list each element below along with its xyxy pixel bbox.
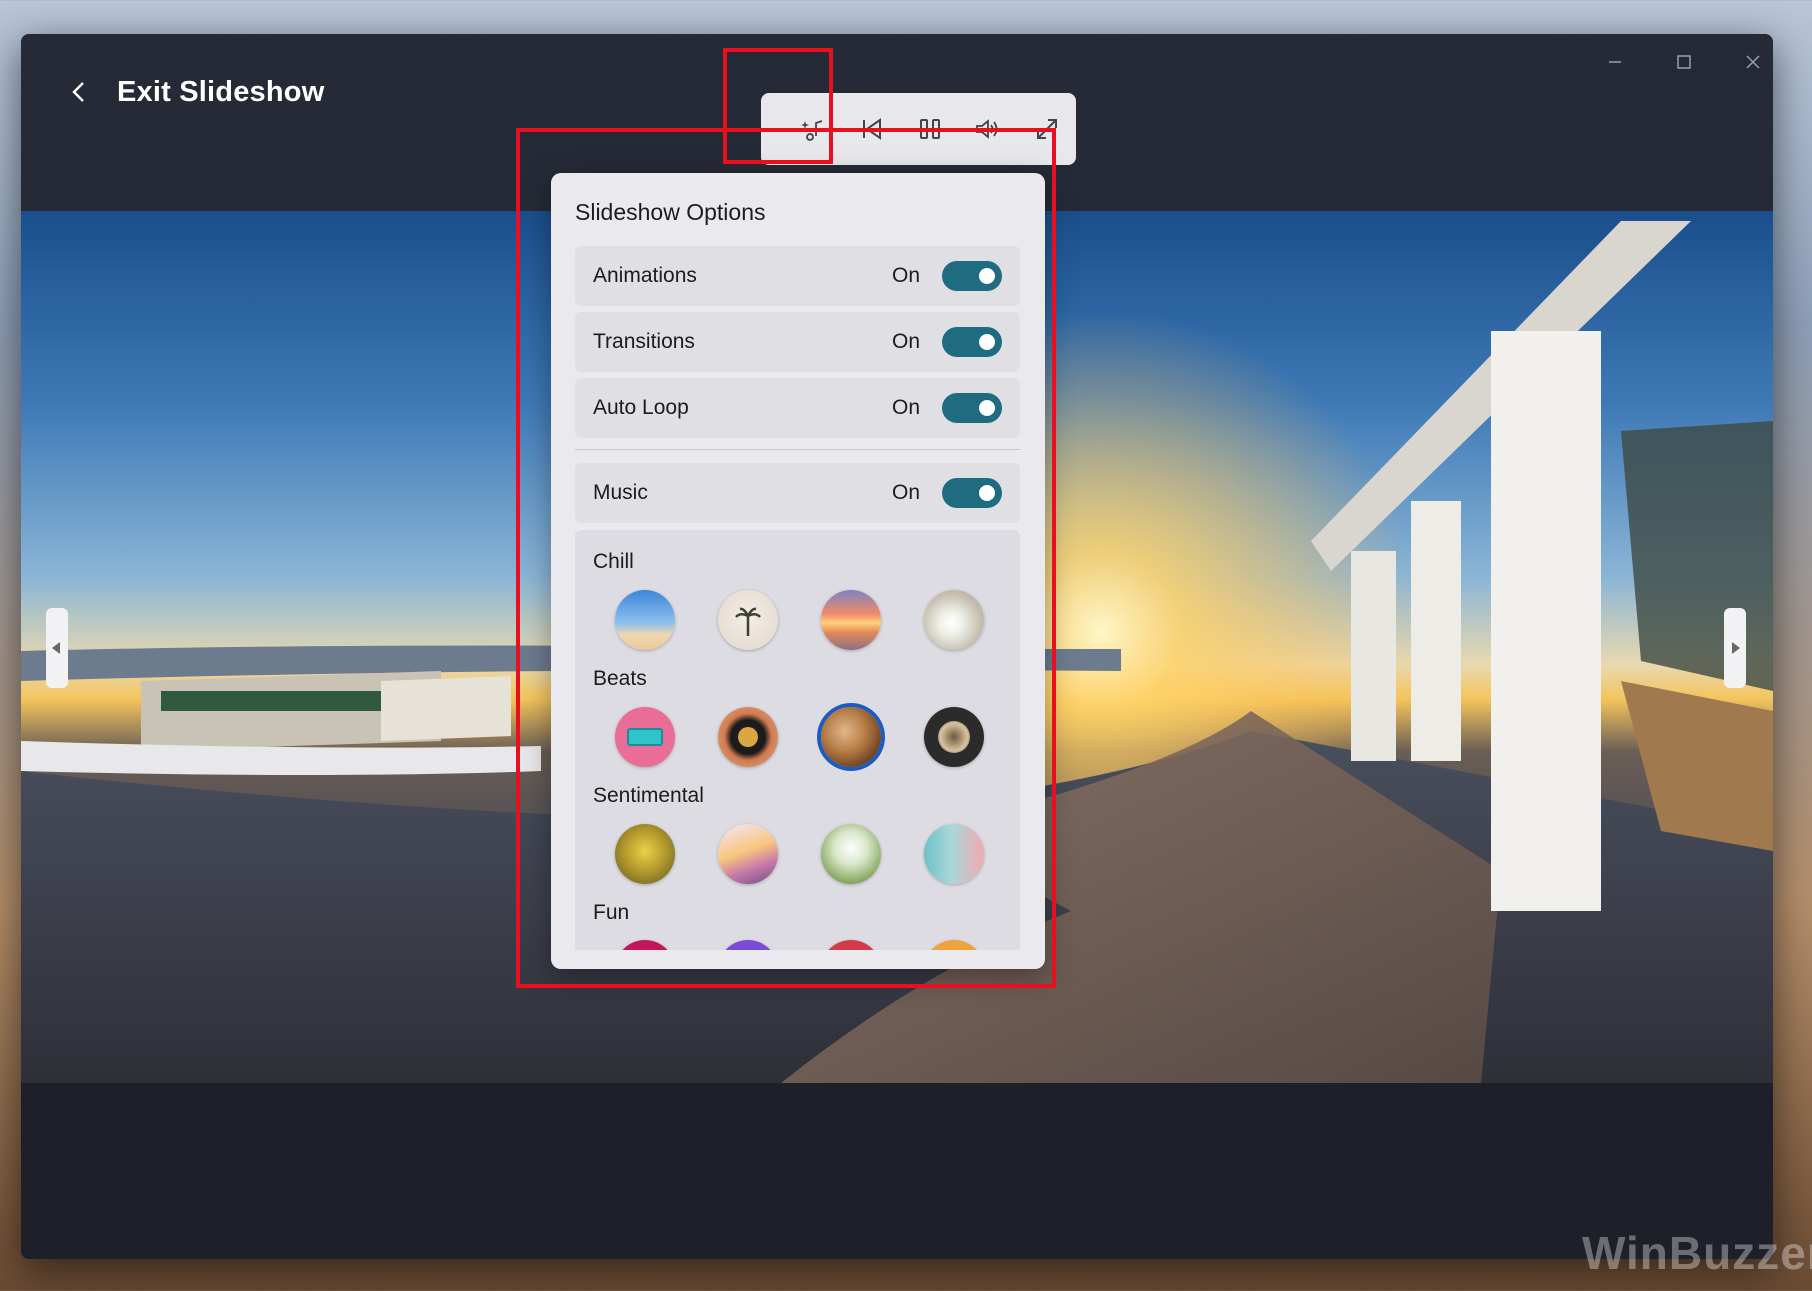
- option-animations: Animations On: [575, 246, 1020, 306]
- chevron-left-icon: [72, 82, 84, 102]
- transitions-toggle[interactable]: [942, 327, 1002, 357]
- option-auto-loop: Auto Loop On: [575, 378, 1020, 438]
- music-toggle[interactable]: [942, 478, 1002, 508]
- music-track-list: Chill Beats Sentimental Fun: [575, 530, 1020, 950]
- divider: [575, 449, 1020, 450]
- music-thumb-sentimental-1[interactable]: [615, 824, 675, 884]
- music-note-sparkle-icon: [801, 120, 823, 141]
- filmstrip-area: [21, 1083, 1773, 1259]
- slideshow-options-button[interactable]: [784, 103, 842, 155]
- toggle-knob: [979, 485, 995, 501]
- slideshow-toolbar: [761, 93, 1076, 165]
- music-thumb-fun-3[interactable]: [821, 940, 881, 950]
- category-sentimental-label: Sentimental: [593, 784, 704, 807]
- next-photo-button[interactable]: [1724, 608, 1746, 688]
- volume-icon: [976, 119, 998, 139]
- option-label: Transitions: [593, 330, 695, 353]
- caret-left-icon: [52, 642, 60, 654]
- option-state: On: [891, 396, 920, 419]
- category-fun-label: Fun: [593, 901, 630, 924]
- slideshow-options-panel: Slideshow Options Animations On Transiti…: [551, 173, 1045, 969]
- music-thumb-fun-1[interactable]: [615, 940, 675, 950]
- toggle-knob: [979, 334, 995, 350]
- previous-button[interactable]: [842, 103, 900, 155]
- vinyl-icon: [738, 727, 758, 747]
- watermark: WinBuzzer: [1582, 1227, 1812, 1279]
- volume-button[interactable]: [959, 103, 1017, 155]
- category-beats-label: Beats: [593, 667, 647, 690]
- music-thumb-beats-3-selected[interactable]: [821, 707, 881, 767]
- option-label: Animations: [593, 264, 697, 287]
- caret-right-icon: [1732, 642, 1740, 654]
- music-thumb-beats-2[interactable]: [718, 707, 778, 767]
- music-thumb-beats-4[interactable]: [924, 707, 984, 767]
- minimize-button[interactable]: [1595, 48, 1635, 76]
- fullscreen-icon: [1036, 119, 1057, 139]
- music-thumb-sentimental-2[interactable]: [718, 824, 778, 884]
- panel-title: Slideshow Options: [575, 199, 766, 225]
- music-thumb-chill-3[interactable]: [821, 590, 881, 650]
- music-thumb-sentimental-3[interactable]: [821, 824, 881, 884]
- option-transitions: Transitions On: [575, 312, 1020, 372]
- maximize-button[interactable]: [1664, 48, 1704, 76]
- option-label: Auto Loop: [593, 396, 689, 419]
- option-label: Music: [593, 481, 648, 504]
- previous-photo-button[interactable]: [46, 608, 68, 688]
- close-button[interactable]: [1733, 48, 1773, 76]
- exit-slideshow-button[interactable]: Exit Slideshow: [69, 64, 324, 120]
- music-thumb-fun-4[interactable]: [924, 940, 984, 950]
- previous-icon: [862, 118, 881, 140]
- music-thumb-beats-1[interactable]: [615, 707, 675, 767]
- option-state: On: [891, 264, 920, 287]
- exit-slideshow-label: Exit Slideshow: [117, 75, 325, 108]
- close-icon: [1746, 55, 1760, 69]
- music-thumb-chill-1[interactable]: [615, 590, 675, 650]
- maximize-icon: [1677, 55, 1691, 69]
- pause-button[interactable]: [901, 103, 959, 155]
- auto-loop-toggle[interactable]: [942, 393, 1002, 423]
- option-state: On: [891, 330, 920, 353]
- palm-tree-icon: [735, 607, 761, 636]
- option-music: Music On: [575, 463, 1020, 523]
- speaker-icon: [938, 721, 970, 753]
- music-thumb-sentimental-4[interactable]: [924, 824, 984, 884]
- music-thumb-chill-2[interactable]: [718, 590, 778, 650]
- minimize-icon: [1609, 61, 1621, 63]
- cassette-icon: [627, 728, 663, 746]
- toggle-knob: [979, 400, 995, 416]
- fullscreen-button[interactable]: [1018, 103, 1076, 155]
- toggle-knob: [979, 268, 995, 284]
- music-thumb-fun-2[interactable]: [718, 940, 778, 950]
- pause-icon: [920, 119, 941, 139]
- category-chill-label: Chill: [593, 550, 634, 573]
- animations-toggle[interactable]: [942, 261, 1002, 291]
- music-thumb-chill-4[interactable]: [924, 590, 984, 650]
- option-state: On: [891, 481, 920, 504]
- photos-window: Exit Slideshow Slideshow Options Animati…: [21, 34, 1773, 1259]
